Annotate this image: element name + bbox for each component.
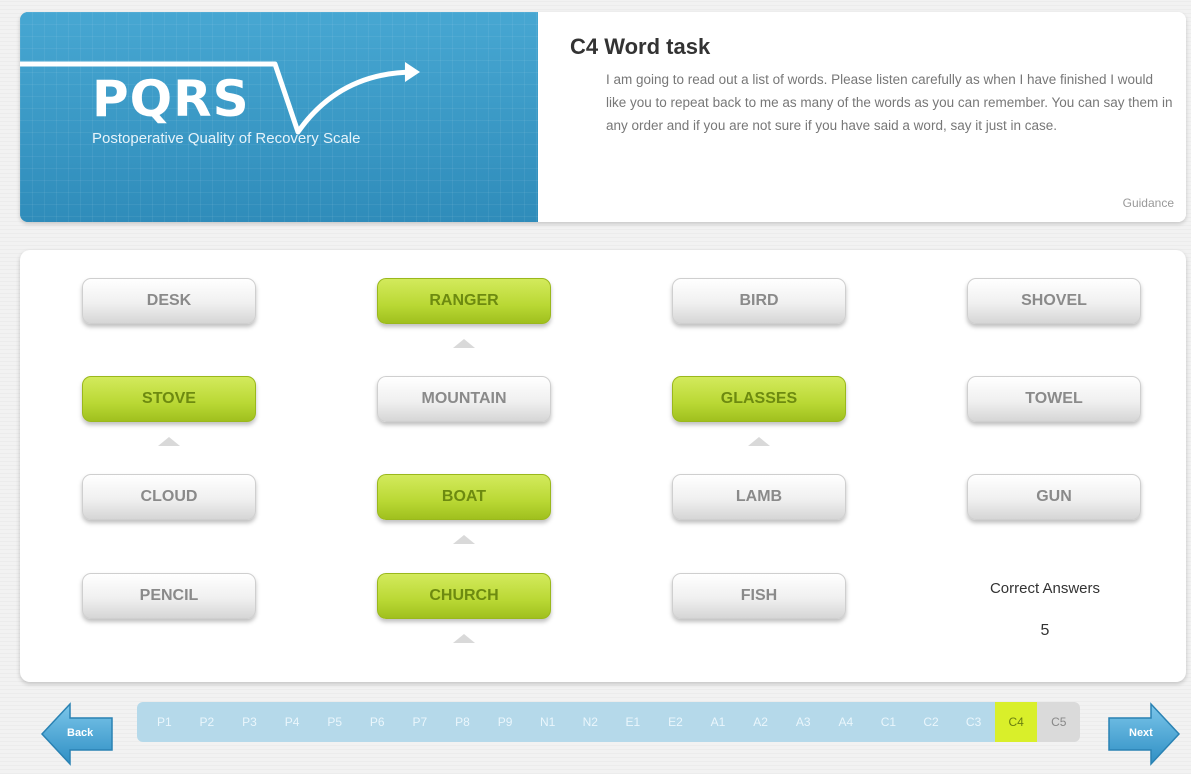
- header: PQRS Postoperative Quality of Recovery S…: [20, 12, 1186, 222]
- word-button-glasses[interactable]: GLASSES: [672, 376, 846, 422]
- guidance-link[interactable]: Guidance: [1123, 196, 1174, 210]
- page-tab-a3[interactable]: A3: [782, 702, 825, 742]
- back-button[interactable]: Back: [40, 700, 116, 768]
- word-button-stove[interactable]: STOVE: [82, 376, 256, 422]
- word-button-lamb[interactable]: LAMB: [672, 474, 846, 520]
- word-button-towel[interactable]: TOWEL: [967, 376, 1141, 422]
- correct-answers-label: Correct Answers: [989, 580, 1101, 597]
- page-tab-c5[interactable]: C5: [1037, 702, 1081, 742]
- word-button-cloud[interactable]: CLOUD: [82, 474, 256, 520]
- word-button-boat[interactable]: BOAT: [377, 474, 551, 520]
- page-tab-p5[interactable]: P5: [313, 702, 356, 742]
- page-tab-n1[interactable]: N1: [526, 702, 569, 742]
- next-button[interactable]: Next: [1105, 700, 1181, 768]
- word-button-shovel[interactable]: SHOVEL: [967, 278, 1141, 324]
- selected-caret-icon: [158, 437, 180, 446]
- back-label: Back: [67, 727, 94, 739]
- logo-text: PQRS: [92, 70, 250, 128]
- page-tab-p9[interactable]: P9: [484, 702, 527, 742]
- word-button-fish[interactable]: FISH: [672, 573, 846, 619]
- correct-answers-count: 5: [1040, 622, 1050, 639]
- word-panel: DESK RANGER BIRD SHOVEL STOVE MOUNTAIN GLASSES…: [20, 250, 1186, 682]
- page-tab-c4[interactable]: C4: [994, 702, 1038, 742]
- selected-caret-icon: [748, 437, 770, 446]
- word-button-bird[interactable]: BIRD: [672, 278, 846, 324]
- page-tab-c3[interactable]: C3: [952, 702, 995, 742]
- page-tab-c2[interactable]: C2: [910, 702, 953, 742]
- next-label: Next: [1129, 727, 1153, 739]
- page-tab-e2[interactable]: E2: [654, 702, 697, 742]
- word-button-pencil[interactable]: PENCIL: [82, 573, 256, 619]
- page-tabs: P1 P2 P3 P4 P5 P6 P7 P8 P9 N1 N2 E1 E2 A1 A2 A3 A4 C1 C2 C3…: [137, 702, 1081, 742]
- page-tab-a4[interactable]: A4: [825, 702, 868, 742]
- page-tab-a1[interactable]: A1: [697, 702, 740, 742]
- page-tab-p2[interactable]: P2: [186, 702, 229, 742]
- page-tab-n2[interactable]: N2: [569, 702, 612, 742]
- selected-caret-icon: [453, 535, 475, 544]
- selected-caret-icon: [453, 634, 475, 643]
- page-tab-a2[interactable]: A2: [739, 702, 782, 742]
- page-tab-p8[interactable]: P8: [441, 702, 484, 742]
- guidance-panel: C4 Word task I am going to read out a li…: [538, 12, 1186, 222]
- word-button-mountain[interactable]: MOUNTAIN: [377, 376, 551, 422]
- page-tab-e1[interactable]: E1: [612, 702, 655, 742]
- task-title: C4 Word task: [570, 34, 711, 59]
- selected-caret-icon: [453, 339, 475, 348]
- word-button-desk[interactable]: DESK: [82, 278, 256, 324]
- page-tab-p1[interactable]: P1: [143, 702, 186, 742]
- logo-panel: PQRS Postoperative Quality of Recovery S…: [20, 12, 538, 222]
- task-instructions: I am going to read out a list of words. …: [606, 72, 1173, 133]
- page-tab-p3[interactable]: P3: [228, 702, 271, 742]
- page-tab-c1[interactable]: C1: [867, 702, 910, 742]
- word-button-church[interactable]: CHURCH: [377, 573, 551, 619]
- word-button-gun[interactable]: GUN: [967, 474, 1141, 520]
- page-tab-p4[interactable]: P4: [271, 702, 314, 742]
- page-tab-p7[interactable]: P7: [399, 702, 442, 742]
- page-tab-p6[interactable]: P6: [356, 702, 399, 742]
- logo-subtitle: Postoperative Quality of Recovery Scale: [92, 130, 361, 147]
- word-button-ranger[interactable]: RANGER: [377, 278, 551, 324]
